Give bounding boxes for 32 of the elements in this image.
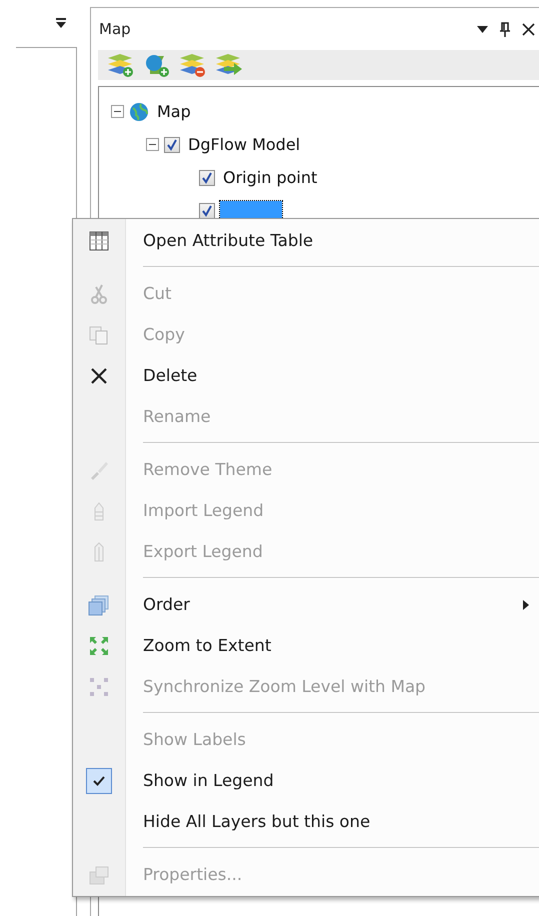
layer-checkbox[interactable] <box>199 202 215 218</box>
menu-item[interactable]: Order <box>73 584 539 625</box>
menu-item[interactable]: Open Attribute Table <box>73 220 539 261</box>
layers-arrow-icon[interactable] <box>214 52 244 78</box>
menu-item[interactable]: Delete <box>73 355 539 396</box>
menu-item[interactable]: Show in Legend <box>73 760 539 801</box>
scissors-icon <box>88 282 110 304</box>
panel-title: Map <box>99 20 132 38</box>
stacked-squares-icon <box>88 594 110 616</box>
tree-node-label[interactable]: DgFlow Model <box>185 134 304 155</box>
collapse-toggle[interactable] <box>146 138 159 151</box>
window-icon <box>88 864 110 886</box>
check-icon <box>86 768 112 794</box>
dropdown-icon[interactable] <box>55 18 67 30</box>
table-icon <box>88 230 110 252</box>
layer-checkbox[interactable] <box>199 170 215 186</box>
caret-down-icon[interactable] <box>477 26 488 32</box>
four-arrows-icon <box>88 634 110 656</box>
close-icon[interactable] <box>522 22 535 36</box>
pin-icon[interactable] <box>500 22 510 36</box>
tree-node-label[interactable]: Origin point <box>220 167 320 188</box>
globe-icon <box>129 102 149 122</box>
layers-minus-icon[interactable] <box>178 52 208 78</box>
collapse-toggle[interactable] <box>111 105 124 118</box>
tree-node-label[interactable] <box>220 200 282 220</box>
copy-icon <box>88 324 110 346</box>
dots-grid-icon <box>88 676 110 698</box>
menu-item[interactable]: Hide All Layers but this one <box>73 801 539 842</box>
tree-node-label[interactable]: Map <box>154 101 194 122</box>
layer-checkbox[interactable] <box>164 136 180 152</box>
layers-plus-icon[interactable] <box>106 52 136 78</box>
menu-item[interactable]: Zoom to Extent <box>73 625 539 666</box>
